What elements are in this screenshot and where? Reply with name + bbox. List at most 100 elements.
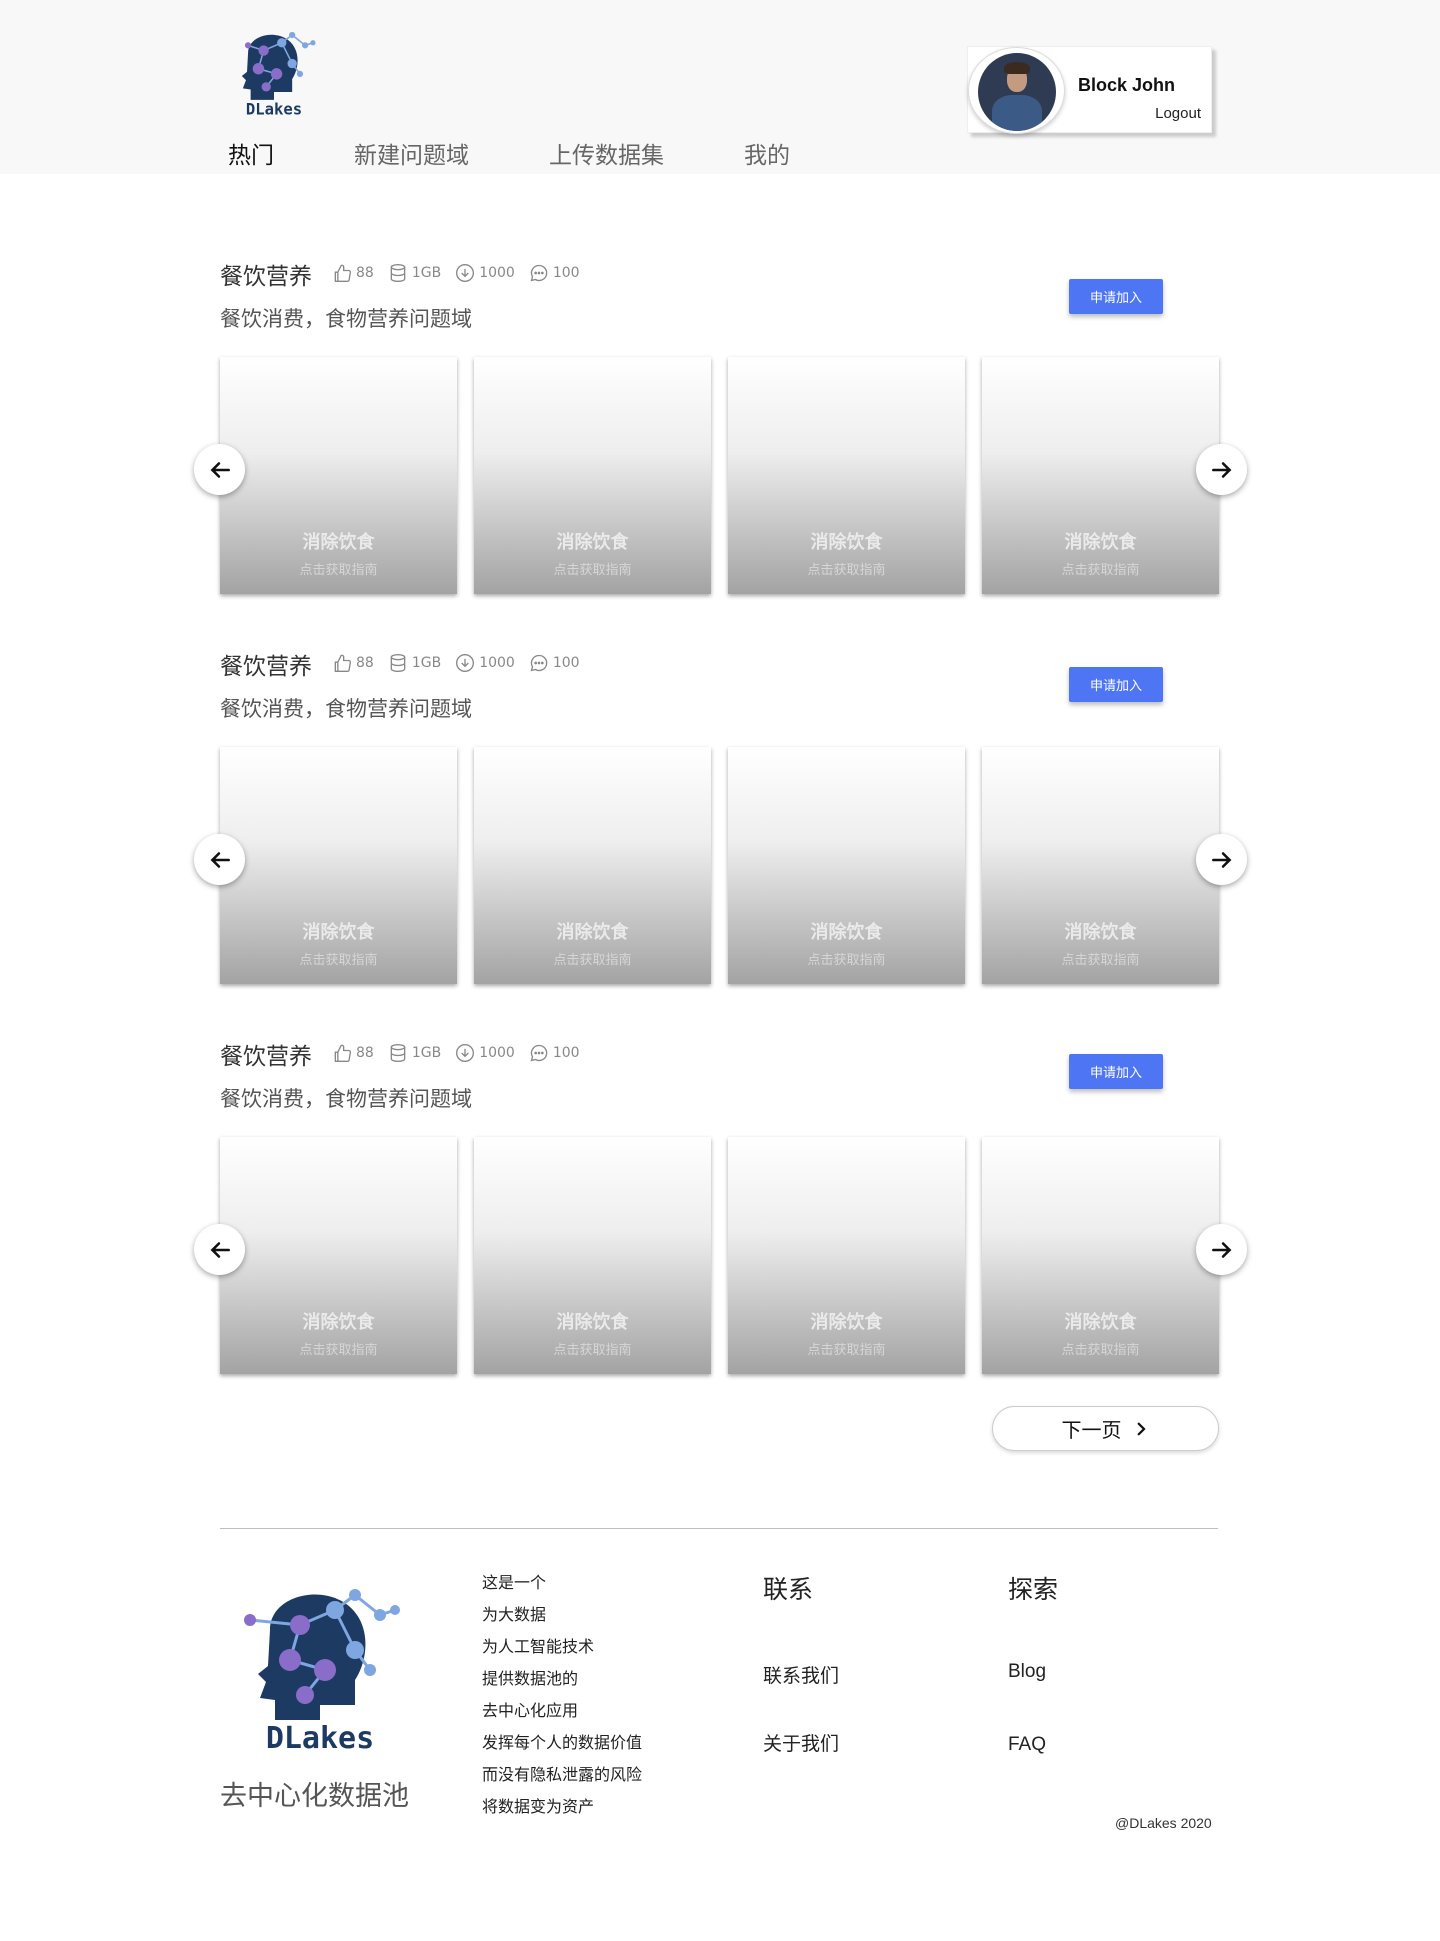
carousel-prev-button[interactable]: [194, 834, 245, 885]
main-nav: 热门 新建问题域 上传数据集 我的: [228, 136, 870, 170]
about-line: 这是一个: [482, 1573, 547, 1592]
comment-icon[interactable]: [529, 1043, 549, 1063]
dataset-card[interactable]: 消除饮食点击获取指南: [220, 747, 457, 984]
dataset-card[interactable]: 消除饮食 点击获取指南: [474, 1137, 711, 1374]
dataset-card[interactable]: 消除饮食点击获取指南: [474, 747, 711, 984]
contact-heading: 联系: [763, 1575, 814, 1604]
about-line: 将数据变为资产: [482, 1797, 595, 1816]
dataset-card[interactable]: 消除饮食点击获取指南: [728, 357, 965, 594]
next-page-label: 下一页: [1061, 1418, 1122, 1442]
footer-divider: [220, 1528, 1218, 1529]
section-title[interactable]: 餐饮营养: [220, 647, 312, 681]
size-value: 1GB: [411, 1045, 442, 1061]
arrow-left-icon: [210, 461, 230, 478]
card-title: 消除饮食: [302, 922, 375, 943]
chevron-right-icon: [1137, 1422, 1146, 1435]
card-title: 消除饮食: [556, 922, 629, 943]
thumbs-up-icon[interactable]: [332, 1043, 352, 1063]
card-title: 消除饮食: [810, 532, 883, 553]
next-page-button[interactable]: 下一页: [992, 1406, 1219, 1451]
dlakes-logo[interactable]: DLakes: [224, 22, 324, 118]
database-icon: [390, 1044, 406, 1063]
downloads-count: 1000: [479, 655, 515, 671]
carousel-next-button[interactable]: [1196, 444, 1247, 495]
blog-link[interactable]: Blog: [1008, 1661, 1046, 1683]
card-title: 消除饮食: [302, 1312, 375, 1333]
card-carousel: 消除饮食 点击获取指南 消除饮食 点击获取指南 消除饮食 点击获取指南 消除饮食 点击获…: [220, 747, 1236, 984]
card-subtitle: 点击获取指南: [807, 1343, 886, 1358]
arrow-left-icon: [210, 851, 230, 868]
about-line: 提供数据池的: [482, 1669, 579, 1688]
faq-link[interactable]: FAQ: [1008, 1734, 1046, 1756]
dataset-card[interactable]: 消除饮食 点击获取指南: [982, 357, 1219, 594]
nav-hot[interactable]: 热门: [228, 136, 274, 170]
dataset-card[interactable]: 消除饮食 点击获取指南: [728, 1137, 965, 1374]
join-button[interactable]: 申请加入: [1069, 279, 1163, 314]
dataset-card[interactable]: 消除饮食 点击获取指南: [474, 357, 711, 594]
card-title: 消除饮食: [1064, 922, 1137, 943]
avatar[interactable]: [968, 47, 1065, 134]
card-subtitle: 点击获取指南: [553, 953, 632, 968]
size-value: 1GB: [411, 265, 442, 281]
dataset-card[interactable]: 消除饮食点击获取指南: [220, 357, 457, 594]
comment-icon[interactable]: [529, 653, 549, 673]
arrow-right-icon: [1211, 461, 1231, 478]
about-line: 而没有隐私泄露的风险: [482, 1765, 643, 1784]
card-subtitle: 点击获取指南: [807, 563, 886, 578]
card-title: 消除饮食: [1064, 532, 1137, 553]
section-description: 餐饮消费，食物营养问题域: [220, 697, 472, 721]
thumbs-up-icon[interactable]: [332, 263, 352, 283]
card-title: 消除饮食: [556, 1312, 629, 1333]
card-title: 消除饮食: [302, 532, 375, 553]
about-us-link[interactable]: 关于我们: [763, 1729, 839, 1756]
carousel-next-button[interactable]: [1196, 834, 1247, 885]
domain-section-2: 餐饮营养 88 1GB 1000 100 餐饮消费，食物营养问题域 申请加入 消…: [0, 647, 1440, 1027]
dataset-card[interactable]: 消除饮食 点击获取指南: [728, 747, 965, 984]
footer-slogan: 去中心化数据池: [220, 1781, 409, 1812]
join-button[interactable]: 申请加入: [1069, 1054, 1163, 1089]
download-icon[interactable]: [455, 263, 475, 283]
card-title: 消除饮食: [1064, 1312, 1137, 1333]
database-icon: [390, 654, 406, 673]
download-icon[interactable]: [455, 1043, 475, 1063]
comment-icon[interactable]: [529, 263, 549, 283]
svg-text:DLakes: DLakes: [246, 100, 302, 118]
header: DLakes 热门 新建问题域 上传数据集 我的 Block John Logo…: [0, 0, 1440, 174]
section-title[interactable]: 餐饮营养: [220, 257, 312, 291]
card-subtitle: 点击获取指南: [299, 1343, 378, 1358]
nav-new-domain[interactable]: 新建问题域: [354, 136, 469, 170]
svg-text:DLakes: DLakes: [266, 1721, 374, 1755]
nav-upload-dataset[interactable]: 上传数据集: [549, 136, 664, 170]
about-line: 为大数据: [482, 1605, 547, 1624]
section-stats: 88 1GB 1000 100: [332, 263, 594, 283]
carousel-prev-button[interactable]: [194, 1224, 245, 1275]
carousel-next-button[interactable]: [1196, 1224, 1247, 1275]
likes-count: 88: [356, 655, 374, 671]
section-title[interactable]: 餐饮营养: [220, 1037, 312, 1071]
logout-link[interactable]: Logout: [1155, 105, 1201, 122]
section-stats: 88 1GB 1000 100: [332, 653, 594, 673]
likes-count: 88: [356, 265, 374, 281]
arrow-right-icon: [1211, 851, 1231, 868]
nav-mine[interactable]: 我的: [744, 136, 790, 170]
dataset-card[interactable]: 消除饮食点击获取指南: [982, 1137, 1219, 1374]
section-stats: 88 1GB 1000 100: [332, 1043, 594, 1063]
downloads-count: 1000: [479, 1045, 515, 1061]
about-text: 这是一个 为大数据 为人工智能技术 提供数据池的 去中心化应用 发挥每个人的数据…: [482, 1567, 642, 1823]
dataset-card[interactable]: 消除饮食点击获取指南: [220, 1137, 457, 1374]
section-description: 餐饮消费，食物营养问题域: [220, 1087, 472, 1111]
thumbs-up-icon[interactable]: [332, 653, 352, 673]
about-line: 为人工智能技术: [482, 1637, 595, 1656]
arrow-right-icon: [1211, 1241, 1231, 1258]
download-icon[interactable]: [455, 653, 475, 673]
card-subtitle: 点击获取指南: [1061, 1343, 1140, 1358]
domain-section-1: 餐饮营养 88 1GB 1000 100 餐饮消费，食物营养问题域 申请加入 消…: [0, 257, 1440, 637]
join-button[interactable]: 申请加入: [1069, 667, 1163, 702]
contact-us-link[interactable]: 联系我们: [763, 1661, 839, 1688]
arrow-left-icon: [210, 1241, 230, 1258]
card-subtitle: 点击获取指南: [299, 953, 378, 968]
explore-heading: 探索: [1008, 1575, 1059, 1604]
carousel-prev-button[interactable]: [194, 444, 245, 495]
dataset-card[interactable]: 消除饮食 点击获取指南: [982, 747, 1219, 984]
card-subtitle: 点击获取指南: [299, 563, 378, 578]
